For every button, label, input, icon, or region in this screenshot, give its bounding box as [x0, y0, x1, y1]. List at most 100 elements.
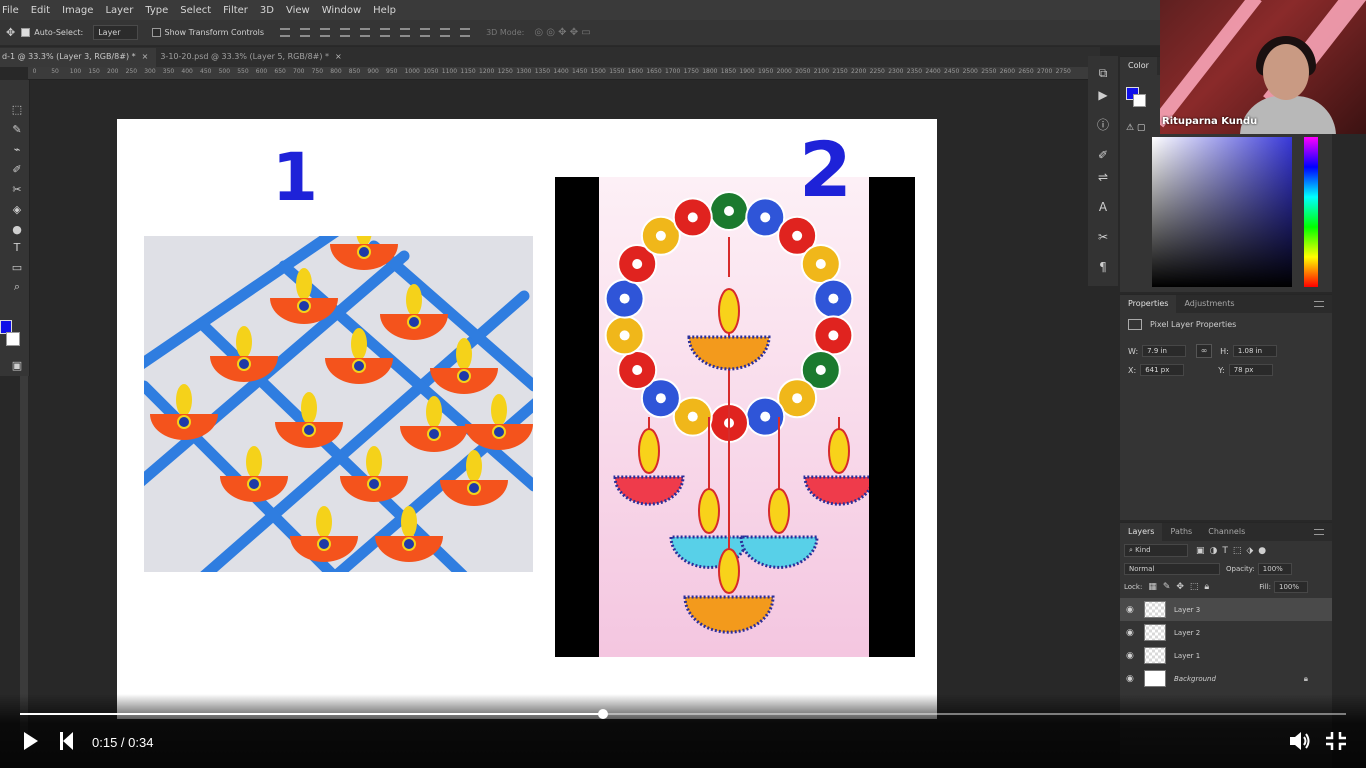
auto-align-icon[interactable] — [460, 28, 471, 37]
background-color-swatch[interactable] — [6, 332, 20, 346]
align-middle-icon[interactable] — [300, 28, 311, 37]
kind-filter-dropdown[interactable]: ⌕ Kind — [1124, 544, 1188, 557]
tab-layers[interactable]: Layers — [1120, 523, 1163, 541]
tab-color[interactable]: Color — [1120, 57, 1157, 75]
seek-handle[interactable] — [598, 709, 609, 719]
volume-button[interactable] — [1288, 730, 1312, 759]
lasso-tool-icon[interactable]: ✎ — [10, 122, 24, 136]
tab-document-1[interactable]: d-1 @ 33.3% (Layer 3, RGB/8#) * × — [0, 48, 157, 67]
menu-3d[interactable]: 3D — [260, 5, 274, 16]
menu-view[interactable]: View — [286, 5, 310, 16]
3d-orbit-icon[interactable]: ◎ ◎ ✥ ✥ ▭ — [534, 27, 590, 38]
layer-row-layer-2[interactable]: ◉ Layer 2 — [1120, 621, 1332, 644]
eye-icon[interactable]: ◉ — [1126, 651, 1138, 661]
ruler-tick: 2000 — [776, 68, 792, 75]
menu-help[interactable]: Help — [373, 5, 396, 16]
blend-mode-dropdown[interactable]: Normal — [1124, 563, 1220, 575]
link-icon[interactable]: ∞ — [1196, 344, 1213, 358]
align-left-icon[interactable] — [400, 28, 411, 37]
close-icon[interactable]: × — [335, 52, 342, 61]
tab-adjustments[interactable]: Adjustments — [1176, 295, 1242, 313]
rose-center — [632, 259, 643, 269]
filter-icons[interactable]: ▣◑T⬚⬗● — [1196, 546, 1271, 556]
rose-center — [632, 365, 643, 375]
auto-select-checkbox[interactable] — [21, 28, 31, 37]
layer-thumbnail — [1144, 670, 1166, 687]
position-row: X: 641 px Y: 78 px — [1120, 364, 1332, 382]
exit-fullscreen-button[interactable] — [1324, 730, 1348, 759]
menu-type[interactable]: Type — [145, 5, 168, 16]
menu-image[interactable]: Image — [62, 5, 93, 16]
align-right-icon[interactable] — [440, 28, 451, 37]
time-display: 0:15 / 0:34 — [92, 735, 154, 750]
tab-channels[interactable]: Channels — [1200, 523, 1253, 541]
rose-center — [655, 230, 666, 241]
auto-select-target-dropdown[interactable]: Layer — [93, 25, 138, 40]
distribute-middle-icon[interactable] — [360, 28, 371, 37]
diya-lattice-image[interactable] — [144, 236, 533, 572]
width-field[interactable]: 7.9 in — [1142, 345, 1187, 357]
zoom-tool-icon[interactable]: ⌕ — [10, 280, 24, 294]
opacity-field[interactable]: 100% — [1257, 563, 1292, 575]
ruler-tick: 750 — [311, 68, 324, 75]
type-tool-icon[interactable]: T — [10, 240, 24, 254]
tools-icon[interactable]: ✂ — [1096, 230, 1110, 244]
align-center-icon[interactable] — [420, 28, 431, 37]
tab-document-2[interactable]: 3-10-20.psd @ 33.3% (Layer 5, RGB/8#) * × — [158, 48, 350, 67]
color-background-picker[interactable] — [1133, 94, 1146, 107]
panel-menu-icon[interactable] — [1314, 301, 1324, 307]
hue-slider[interactable] — [1304, 137, 1318, 287]
brush-settings-icon[interactable]: ✐ — [1096, 148, 1110, 162]
ruler-tick: 50 — [51, 68, 59, 75]
x-field[interactable]: 641 px — [1140, 364, 1185, 376]
align-top-icon[interactable] — [280, 28, 291, 37]
eye-icon[interactable]: ◉ — [1126, 674, 1138, 684]
blend-row: Normal Opacity: 100% — [1120, 560, 1332, 578]
document-canvas[interactable]: 1 2 — [117, 119, 937, 719]
eye-icon[interactable]: ◉ — [1126, 628, 1138, 638]
fill-field[interactable]: 100% — [1274, 581, 1308, 593]
tab-properties[interactable]: Properties — [1120, 295, 1177, 313]
eyedropper-tool-icon[interactable]: ⌁ — [10, 142, 24, 156]
history-icon[interactable]: ⧉ — [1096, 66, 1110, 80]
wreath-image[interactable] — [555, 177, 915, 657]
dodge-tool-icon[interactable]: ● — [10, 222, 24, 236]
play-button[interactable] — [22, 730, 40, 759]
close-icon[interactable]: × — [142, 52, 149, 61]
menu-filter[interactable]: Filter — [223, 5, 248, 16]
canvas-workspace[interactable]: 1 2 — [30, 80, 1080, 740]
seek-bar[interactable] — [20, 709, 1346, 719]
tab-paths[interactable]: Paths — [1162, 523, 1200, 541]
marquee-tool-icon[interactable]: ⬚ — [10, 102, 24, 116]
menu-window[interactable]: Window — [322, 5, 361, 16]
saturation-field[interactable] — [1152, 137, 1292, 287]
brush-tool-icon[interactable]: ✐ — [10, 162, 24, 176]
height-field[interactable]: 1.08 in — [1232, 345, 1277, 357]
stamp-tool-icon[interactable]: ✂ — [10, 182, 24, 196]
quick-mask-icon[interactable]: ▣ — [10, 358, 24, 372]
distribute-bottom-icon[interactable] — [380, 28, 391, 37]
menu-select[interactable]: Select — [180, 5, 211, 16]
show-transform-checkbox[interactable] — [151, 28, 161, 37]
adjust-icon[interactable]: ⇌ — [1096, 170, 1110, 184]
skip-back-button[interactable] — [58, 730, 76, 759]
layer-row-layer-3[interactable]: ◉ Layer 3 — [1120, 598, 1332, 621]
rectangle-tool-icon[interactable]: ▭ — [10, 260, 24, 274]
align-bottom-icon[interactable] — [320, 28, 331, 37]
layer-row-layer-1[interactable]: ◉ Layer 1 — [1120, 644, 1332, 667]
ruler-tick: 800 — [330, 68, 342, 75]
actions-play-icon[interactable]: ▶ — [1096, 88, 1110, 102]
menu-layer[interactable]: Layer — [105, 5, 133, 16]
character-icon[interactable]: A — [1096, 200, 1110, 214]
lock-icons[interactable]: ▦✎✥⬚🔒︎ — [1148, 582, 1215, 592]
panel-menu-icon[interactable] — [1314, 529, 1324, 535]
bucket-tool-icon[interactable]: ◈ — [10, 202, 24, 216]
menu-file[interactable]: File — [2, 5, 19, 16]
distribute-top-icon[interactable] — [340, 28, 351, 37]
menu-edit[interactable]: Edit — [31, 5, 50, 16]
paragraph-icon[interactable]: ¶ — [1096, 260, 1110, 274]
info-icon[interactable]: ⓘ — [1096, 118, 1110, 132]
y-field[interactable]: 78 px — [1228, 364, 1273, 376]
layer-row-background[interactable]: ◉ Background 🔒︎ — [1120, 667, 1332, 690]
eye-icon[interactable]: ◉ — [1126, 605, 1138, 615]
